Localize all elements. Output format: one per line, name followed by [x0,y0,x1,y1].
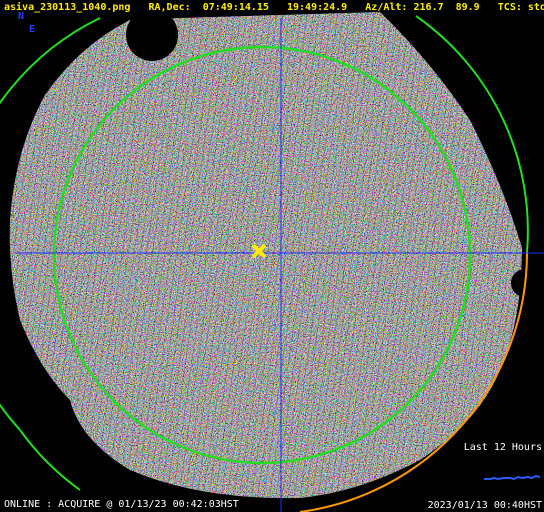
dec-value: 19:49:24.9 [287,2,348,13]
tcs-state: stop [527,2,544,13]
compass-north: N [18,11,25,22]
alt-value: 89.9 [455,2,480,13]
top-occlusion [126,9,178,61]
azalt-label: Az/Alt: [365,2,408,13]
status-line: ONLINE : ACQUIRE @ 01/13/23 00:42:03HST [4,499,239,510]
ra-value: 07:49:14.15 [202,2,269,13]
timestamp: 2023/01/13 00:40HST [427,500,542,511]
sky-camera-image [0,9,544,512]
sky-image-field [9,12,522,499]
radec-label: RA,Dec: [148,2,191,13]
az-value: 216.7 [413,2,444,13]
tcs-label: TCS: [497,2,522,13]
compass-east: E [29,24,36,35]
trend-label: Last 12 Hours [463,442,542,453]
trend-sparkline [484,474,540,481]
header-bar: asiva_230113_1040.png RA,Dec: 07:49:14.1… [4,2,544,14]
